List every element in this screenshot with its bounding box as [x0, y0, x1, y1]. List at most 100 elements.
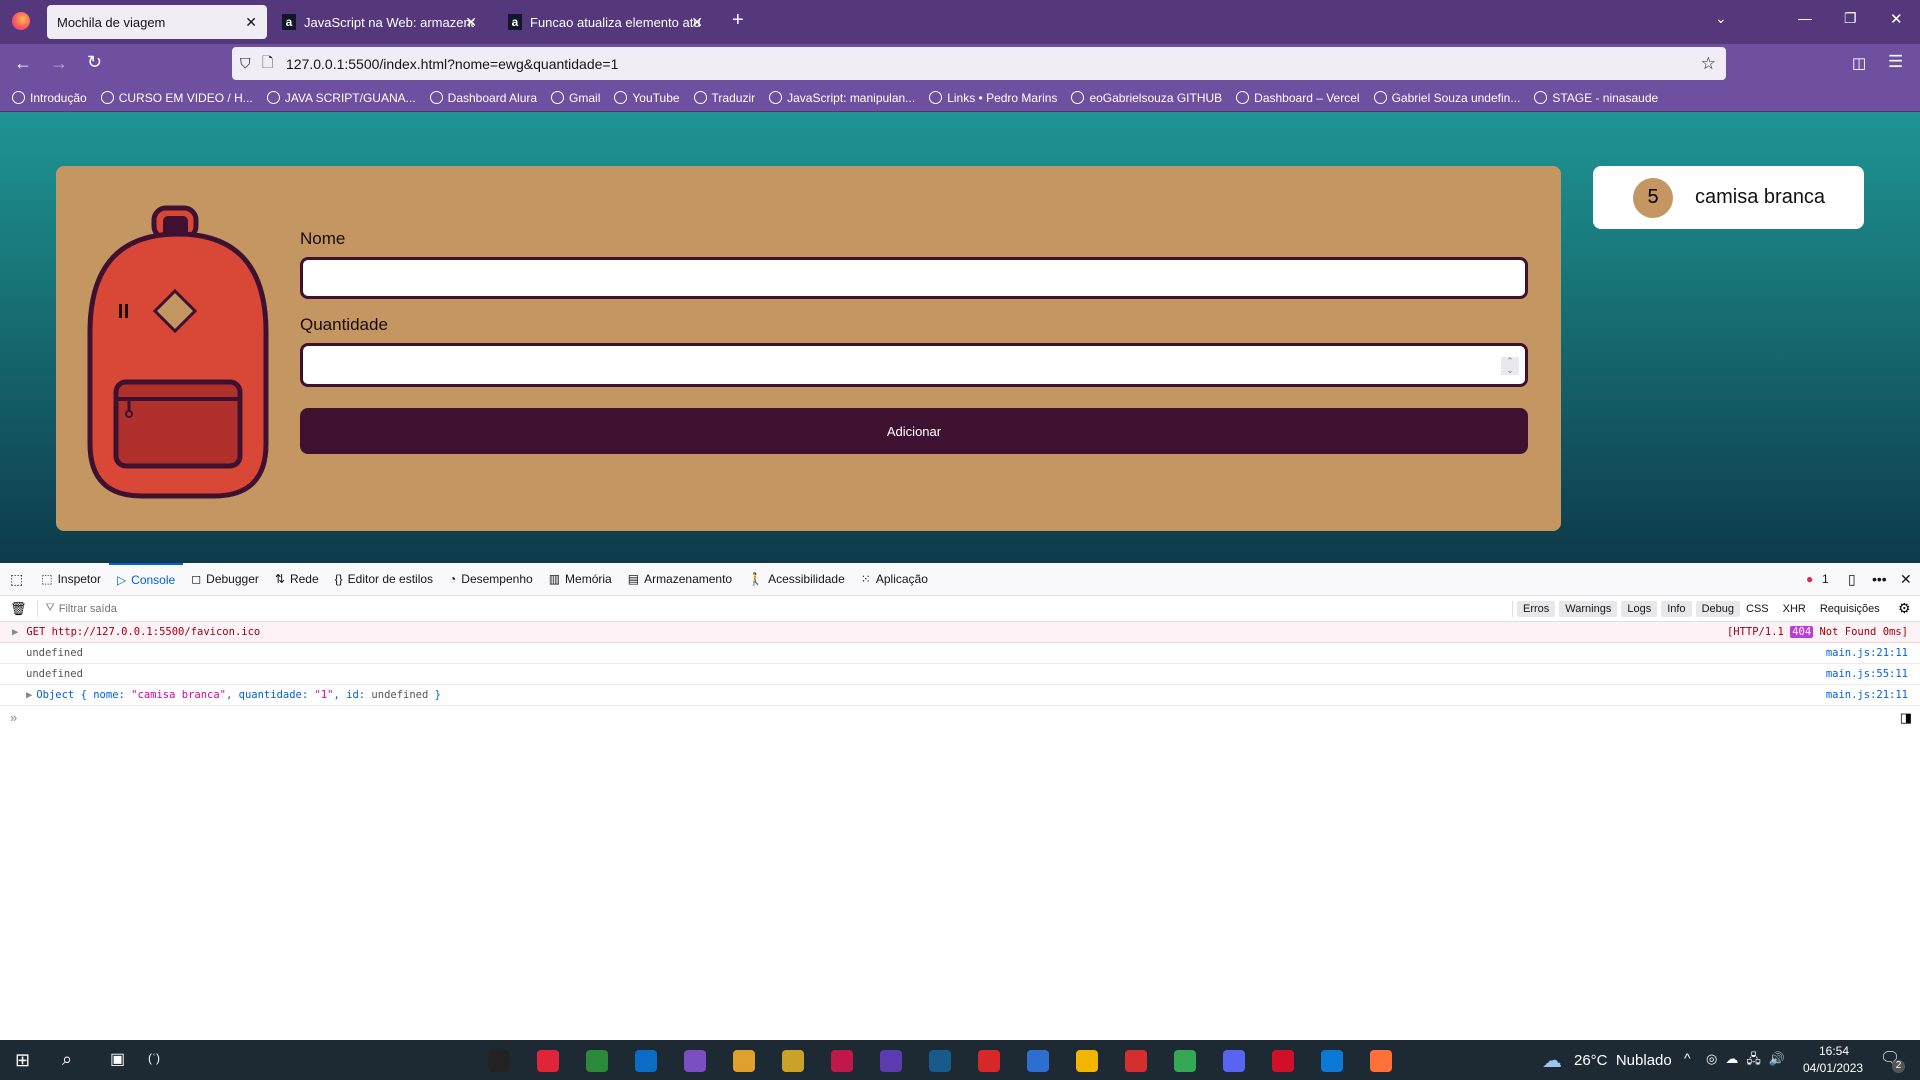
- filter-erros[interactable]: Erros: [1517, 600, 1556, 617]
- taskbar-app-icon[interactable]: [1174, 1050, 1196, 1072]
- cortana-icon[interactable]: (ʿ): [148, 1051, 160, 1065]
- windows-start-icon[interactable]: ⊞: [15, 1050, 30, 1071]
- bookmark-item[interactable]: CURSO EM VIDEO / H...: [100, 91, 253, 105]
- tab-application[interactable]: ⁙ Aplicação: [853, 563, 936, 596]
- bookmark-item[interactable]: STAGE - ninasaude: [1534, 91, 1658, 105]
- filter-extra[interactable]: Requisições: [1820, 603, 1880, 615]
- close-devtools-icon[interactable]: ✕: [1900, 571, 1912, 588]
- taskbar-app-icon[interactable]: [978, 1050, 1000, 1072]
- expand-arrow-icon[interactable]: ▶: [12, 626, 18, 638]
- taskbar-app-icon[interactable]: [684, 1050, 706, 1072]
- tab-network[interactable]: ⇅ Rede: [267, 563, 327, 596]
- error-icon[interactable]: ●: [1806, 572, 1813, 586]
- settings-gear-icon[interactable]: ⚙: [1898, 600, 1911, 617]
- url-bar[interactable]: ⛉ 🗋 127.0.0.1:5500/index.html?nome=ewg&q…: [232, 47, 1726, 80]
- taskbar-app-icon[interactable]: [1027, 1050, 1049, 1072]
- taskbar-app-icon[interactable]: [880, 1050, 902, 1072]
- taskbar-app-icon[interactable]: [782, 1050, 804, 1072]
- bookmark-item[interactable]: Dashboard Alura: [429, 91, 537, 105]
- tab-accessibility[interactable]: 🚶 Acessibilidade: [740, 563, 853, 596]
- console-row-error[interactable]: ▶ GET http://127.0.0.1:5500/favicon.ico …: [0, 622, 1920, 643]
- source-link[interactable]: main.js:55:11: [1826, 668, 1908, 680]
- search-icon[interactable]: ⌕: [62, 1049, 72, 1070]
- nome-input[interactable]: [300, 257, 1528, 299]
- filter-logs[interactable]: Logs: [1621, 600, 1658, 617]
- tab-inspector[interactable]: ⬚ Inspetor: [33, 563, 109, 596]
- tab-debugger[interactable]: ◻ Debugger: [183, 563, 267, 596]
- taskbar-app-icon[interactable]: [1223, 1050, 1245, 1072]
- taskbar-app-icon[interactable]: [929, 1050, 951, 1072]
- tab-mochila[interactable]: Mochila de viagem ✕: [47, 5, 267, 39]
- taskbar-app-icon[interactable]: [488, 1050, 510, 1072]
- trash-icon[interactable]: 🗑: [0, 600, 38, 617]
- number-spinner-icon[interactable]: ⌃ ⌄: [1501, 357, 1519, 375]
- close-tab-icon[interactable]: ✕: [465, 14, 477, 31]
- menu-icon[interactable]: ☰: [1888, 52, 1903, 72]
- bookmark-star-icon[interactable]: ☆: [1701, 54, 1716, 74]
- taskbar-app-icon[interactable]: [1125, 1050, 1147, 1072]
- tray-icons[interactable]: ◎☁🖧🔊: [1706, 1050, 1793, 1072]
- restore-button[interactable]: ❐: [1844, 10, 1857, 27]
- taskbar-app-icon[interactable]: [1272, 1050, 1294, 1072]
- weather-icon[interactable]: ☁: [1542, 1048, 1562, 1073]
- tab-javascript-web[interactable]: a JavaScript na Web: armazenand ✕: [272, 5, 487, 39]
- taskbar-app-icon[interactable]: [635, 1050, 657, 1072]
- filter-warnings[interactable]: Warnings: [1559, 600, 1618, 617]
- bookmark-item[interactable]: JAVA SCRIPT/GUANA...: [266, 91, 416, 105]
- filter-input[interactable]: [58, 602, 359, 615]
- tab-performance[interactable]: ◔ Desempenho: [441, 563, 541, 596]
- bookmark-item[interactable]: eoGabrielsouza GITHUB: [1071, 91, 1222, 105]
- tab-style-editor[interactable]: {} Editor de estilos: [327, 563, 441, 596]
- tab-funcao[interactable]: a Funcao atualiza elemento atuali ✕: [498, 5, 713, 39]
- bookmark-item[interactable]: YouTube: [614, 91, 680, 105]
- taskbar-app-icon[interactable]: [831, 1050, 853, 1072]
- reload-button[interactable]: ↻: [87, 52, 102, 73]
- bookmark-item[interactable]: Traduzir: [693, 91, 755, 105]
- element-picker-icon[interactable]: ⬚: [0, 571, 33, 588]
- console-row-object[interactable]: ▶ Object { nome: "camisa branca", quanti…: [0, 685, 1920, 706]
- taskbar-app-icon[interactable]: [586, 1050, 608, 1072]
- taskbar-app-icon[interactable]: [537, 1050, 559, 1072]
- editor-mode-icon[interactable]: ◨: [1900, 710, 1912, 726]
- tab-console[interactable]: ▷ Console: [108, 562, 184, 596]
- more-options-icon[interactable]: •••: [1872, 571, 1887, 587]
- dock-icon[interactable]: ▯: [1848, 571, 1856, 588]
- bookmark-item[interactable]: Links • Pedro Marins: [929, 91, 1057, 105]
- clock-time[interactable]: 16:54: [1819, 1044, 1849, 1058]
- close-tab-icon[interactable]: ✕: [245, 14, 257, 31]
- tray-chevron-icon[interactable]: ^: [1684, 1050, 1691, 1066]
- tab-storage[interactable]: ▤ Armazenamento: [620, 563, 740, 596]
- shield-icon[interactable]: ⛉: [240, 55, 262, 72]
- task-view-icon[interactable]: ▣: [110, 1049, 125, 1069]
- close-window-button[interactable]: ✕: [1890, 10, 1903, 28]
- url-text[interactable]: 127.0.0.1:5500/index.html?nome=ewg&quant…: [286, 56, 618, 72]
- filter-debug[interactable]: Debug: [1695, 600, 1740, 617]
- new-tab-button[interactable]: +: [732, 9, 744, 32]
- taskbar-app-icon[interactable]: [1076, 1050, 1098, 1072]
- source-link[interactable]: main.js:21:11: [1826, 689, 1908, 701]
- minimize-button[interactable]: —: [1798, 10, 1812, 26]
- source-link[interactable]: main.js:21:11: [1826, 647, 1908, 659]
- pocket-icon[interactable]: ◫: [1852, 54, 1866, 72]
- clock-date[interactable]: 04/01/2023: [1803, 1061, 1863, 1075]
- bookmark-item[interactable]: JavaScript: manipulan...: [769, 91, 915, 105]
- tab-memory[interactable]: ▥ Memória: [541, 563, 620, 596]
- bookmark-item[interactable]: Gmail: [551, 91, 600, 105]
- console-input[interactable]: » ◨: [0, 706, 1920, 732]
- filter-extra[interactable]: XHR: [1783, 603, 1806, 615]
- taskbar-app-icon[interactable]: [1321, 1050, 1343, 1072]
- expand-arrow-icon[interactable]: ▶: [26, 689, 32, 701]
- filter-extra[interactable]: CSS: [1746, 603, 1769, 615]
- forward-button[interactable]: →: [50, 53, 68, 74]
- bookmark-item[interactable]: Introdução: [12, 91, 87, 105]
- adicionar-button[interactable]: Adicionar: [300, 408, 1528, 454]
- weather-text[interactable]: 26°C Nublado: [1574, 1052, 1672, 1069]
- taskbar-app-icon[interactable]: [733, 1050, 755, 1072]
- close-tab-icon[interactable]: ✕: [691, 14, 703, 31]
- tab-list-chevron-icon[interactable]: ⌄: [1715, 10, 1727, 27]
- filter-info[interactable]: Info: [1661, 600, 1692, 617]
- back-button[interactable]: ←: [14, 53, 32, 74]
- taskbar-app-icon[interactable]: [1370, 1050, 1392, 1072]
- bookmark-item[interactable]: Dashboard – Vercel: [1236, 91, 1360, 105]
- error-count[interactable]: 1: [1822, 572, 1829, 586]
